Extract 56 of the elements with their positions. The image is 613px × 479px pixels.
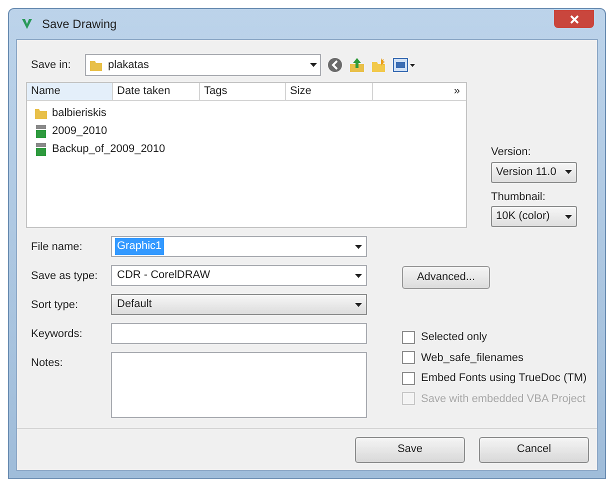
close-button[interactable] xyxy=(554,10,594,28)
combo-box[interactable]: CDR - CorelDRAW xyxy=(111,265,367,286)
version-label: Version: xyxy=(491,145,532,160)
field-label: File name: xyxy=(31,240,84,255)
column-header[interactable]: Tags xyxy=(200,83,286,100)
field-label: Sort type: xyxy=(31,298,80,313)
checkbox[interactable] xyxy=(402,372,415,385)
column-header[interactable]: Size xyxy=(286,83,373,100)
save-in-dropdown[interactable]: plakatas xyxy=(85,54,321,76)
up-folder-icon[interactable] xyxy=(349,57,365,73)
caret-icon xyxy=(355,274,362,278)
dropdown-value: Version 11.0 xyxy=(496,164,558,180)
window-title: Save Drawing xyxy=(42,16,117,33)
checkbox-label: Selected only xyxy=(421,330,488,345)
folder-name: plakatas xyxy=(108,58,150,73)
thumbnail-label: Thumbnail: xyxy=(491,190,546,204)
back-icon[interactable] xyxy=(327,57,343,73)
dropdown[interactable]: Default xyxy=(111,294,367,315)
caret-icon xyxy=(410,64,415,66)
caret-icon xyxy=(355,302,362,306)
field-label: Save as type: xyxy=(31,269,99,284)
new-folder-icon[interactable] xyxy=(371,57,387,73)
caret-icon xyxy=(565,170,572,174)
input-field[interactable] xyxy=(111,323,367,344)
folder-icon xyxy=(35,107,47,119)
document-icon xyxy=(35,124,47,138)
caret-icon xyxy=(310,63,317,67)
file-item[interactable]: balbieriskis xyxy=(52,104,106,122)
thumbnail-dropdown[interactable]: 10K (color) xyxy=(491,206,577,227)
caret-icon xyxy=(565,214,572,218)
advanced-button[interactable]: Advanced... xyxy=(402,266,490,289)
version-dropdown[interactable]: Version 11.0 xyxy=(491,162,577,182)
column-header[interactable]: Name xyxy=(27,83,113,100)
view-menu-button[interactable] xyxy=(393,58,415,72)
dropdown-value: 10K (color) xyxy=(496,209,551,224)
checkbox-label: Save with embedded VBA Project xyxy=(421,392,586,406)
file-item[interactable]: Backup_of_2009_2010 xyxy=(52,140,166,158)
field-label: Keywords: xyxy=(31,327,84,342)
folder-icon xyxy=(89,58,103,72)
checkbox[interactable] xyxy=(402,351,415,364)
checkbox-label: Web_safe_filenames xyxy=(421,350,524,366)
field-label: Notes: xyxy=(31,356,64,371)
checkbox-label: Embed Fonts using TrueDoc (TM) xyxy=(421,371,587,386)
save-in-label: Save in: xyxy=(31,58,72,73)
checkbox[interactable] xyxy=(402,330,415,344)
close-icon xyxy=(570,14,578,24)
notes-field[interactable] xyxy=(111,352,367,418)
view-icon xyxy=(393,58,408,72)
caret-icon xyxy=(355,244,362,248)
file-item[interactable]: 2009_2010 xyxy=(52,122,108,140)
more-columns-button[interactable]: » xyxy=(454,83,460,100)
document-icon xyxy=(35,142,47,156)
save-button[interactable]: Save xyxy=(355,436,465,462)
column-header[interactable]: Date taken xyxy=(113,83,200,100)
cancel-button[interactable]: Cancel xyxy=(479,436,589,462)
app-logo-icon xyxy=(20,17,34,31)
